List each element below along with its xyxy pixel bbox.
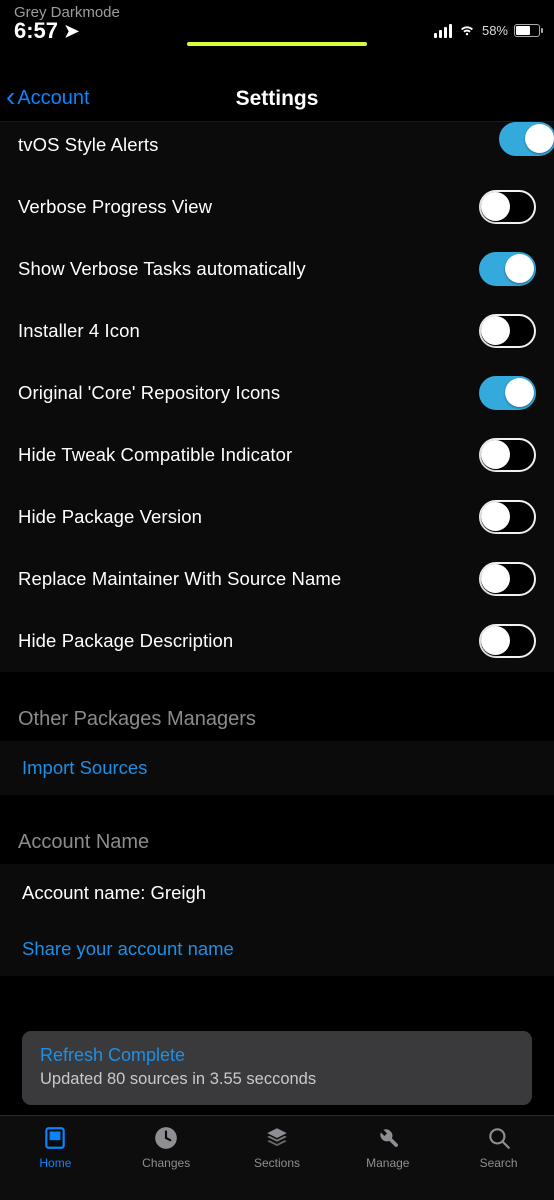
tab-manage[interactable]: Manage	[332, 1124, 443, 1170]
share-account-link[interactable]: Share your account name	[0, 922, 554, 976]
toggle-switch[interactable]	[479, 376, 536, 410]
setting-row[interactable]: Hide Tweak Compatible Indicator	[0, 424, 554, 486]
section-header-other-pm: Other Packages Managers	[0, 700, 554, 741]
setting-label: Show Verbose Tasks automatically	[18, 258, 306, 280]
setting-label: Replace Maintainer With Source Name	[18, 568, 341, 590]
setting-row[interactable]: Verbose Progress View	[0, 176, 554, 238]
toggle-switch[interactable]	[479, 314, 536, 348]
import-sources-link[interactable]: Import Sources	[0, 741, 554, 795]
toggle-switch[interactable]	[499, 122, 554, 156]
toggle-switch[interactable]	[479, 438, 536, 472]
status-bar: Grey Darkmode 6:57 ➤ 58%	[0, 0, 554, 44]
setting-label: Verbose Progress View	[18, 196, 212, 218]
toggle-switch[interactable]	[479, 252, 536, 286]
location-arrow-icon: ➤	[64, 22, 79, 41]
setting-row[interactable]: Hide Package Description	[0, 610, 554, 672]
setting-row[interactable]: Original 'Core' Repository Icons	[0, 362, 554, 424]
toggle-switch[interactable]	[479, 500, 536, 534]
toggle-switch[interactable]	[479, 190, 536, 224]
chevron-left-icon: ‹	[6, 83, 15, 111]
search-icon	[485, 1124, 513, 1152]
toast-title: Refresh Complete	[40, 1045, 514, 1066]
clock-time: 6:57	[14, 19, 58, 42]
tab-label: Manage	[366, 1156, 409, 1170]
setting-row[interactable]: Hide Package Version	[0, 486, 554, 548]
tab-sections[interactable]: Sections	[222, 1124, 333, 1170]
setting-row[interactable]: tvOS Style Alerts	[0, 122, 554, 176]
toast-refresh-complete[interactable]: Refresh Complete Updated 80 sources in 3…	[22, 1031, 532, 1105]
setting-row[interactable]: Show Verbose Tasks automatically	[0, 238, 554, 300]
account-name-row: Account name: Greigh	[0, 864, 554, 922]
tab-home[interactable]: Home	[0, 1124, 111, 1170]
setting-label: Installer 4 Icon	[18, 320, 140, 342]
setting-row[interactable]: Replace Maintainer With Source Name	[0, 548, 554, 610]
tab-label: Changes	[142, 1156, 190, 1170]
toast-body: Updated 80 sources in 3.55 secconds	[40, 1070, 514, 1089]
setting-row[interactable]: Installer 4 Icon	[0, 300, 554, 362]
settings-scroll[interactable]: tvOS Style Alerts Verbose Progress View Sh…	[0, 122, 554, 1115]
clock-icon	[152, 1124, 180, 1152]
tab-changes[interactable]: Changes	[111, 1124, 222, 1170]
tab-label: Search	[480, 1156, 518, 1170]
cellular-bars-icon	[434, 24, 452, 38]
toggle-switch[interactable]	[479, 624, 536, 658]
tab-search[interactable]: Search	[443, 1124, 554, 1170]
page-title: Settings	[236, 87, 319, 111]
toggle-switch[interactable]	[479, 562, 536, 596]
back-label: Account	[17, 87, 89, 110]
setting-label: Hide Package Description	[18, 630, 233, 652]
tab-label: Sections	[254, 1156, 300, 1170]
nav-bar: ‹ Account Settings	[0, 76, 554, 122]
back-button[interactable]: ‹ Account	[6, 76, 90, 121]
setting-label: Original 'Core' Repository Icons	[18, 382, 280, 404]
home-icon	[41, 1124, 69, 1152]
battery-icon	[514, 24, 540, 37]
tab-label: Home	[39, 1156, 71, 1170]
section-header-account: Account Name	[0, 823, 554, 864]
tab-bar: Home Changes Sections Manage Search	[0, 1115, 554, 1200]
setting-label: Hide Package Version	[18, 506, 202, 528]
setting-label: Hide Tweak Compatible Indicator	[18, 444, 292, 466]
home-indicator-line	[187, 42, 367, 46]
wifi-icon	[458, 19, 476, 42]
tools-icon	[374, 1124, 402, 1152]
setting-label: tvOS Style Alerts	[18, 134, 159, 156]
battery-percent: 58%	[482, 23, 508, 38]
layers-icon	[263, 1124, 291, 1152]
